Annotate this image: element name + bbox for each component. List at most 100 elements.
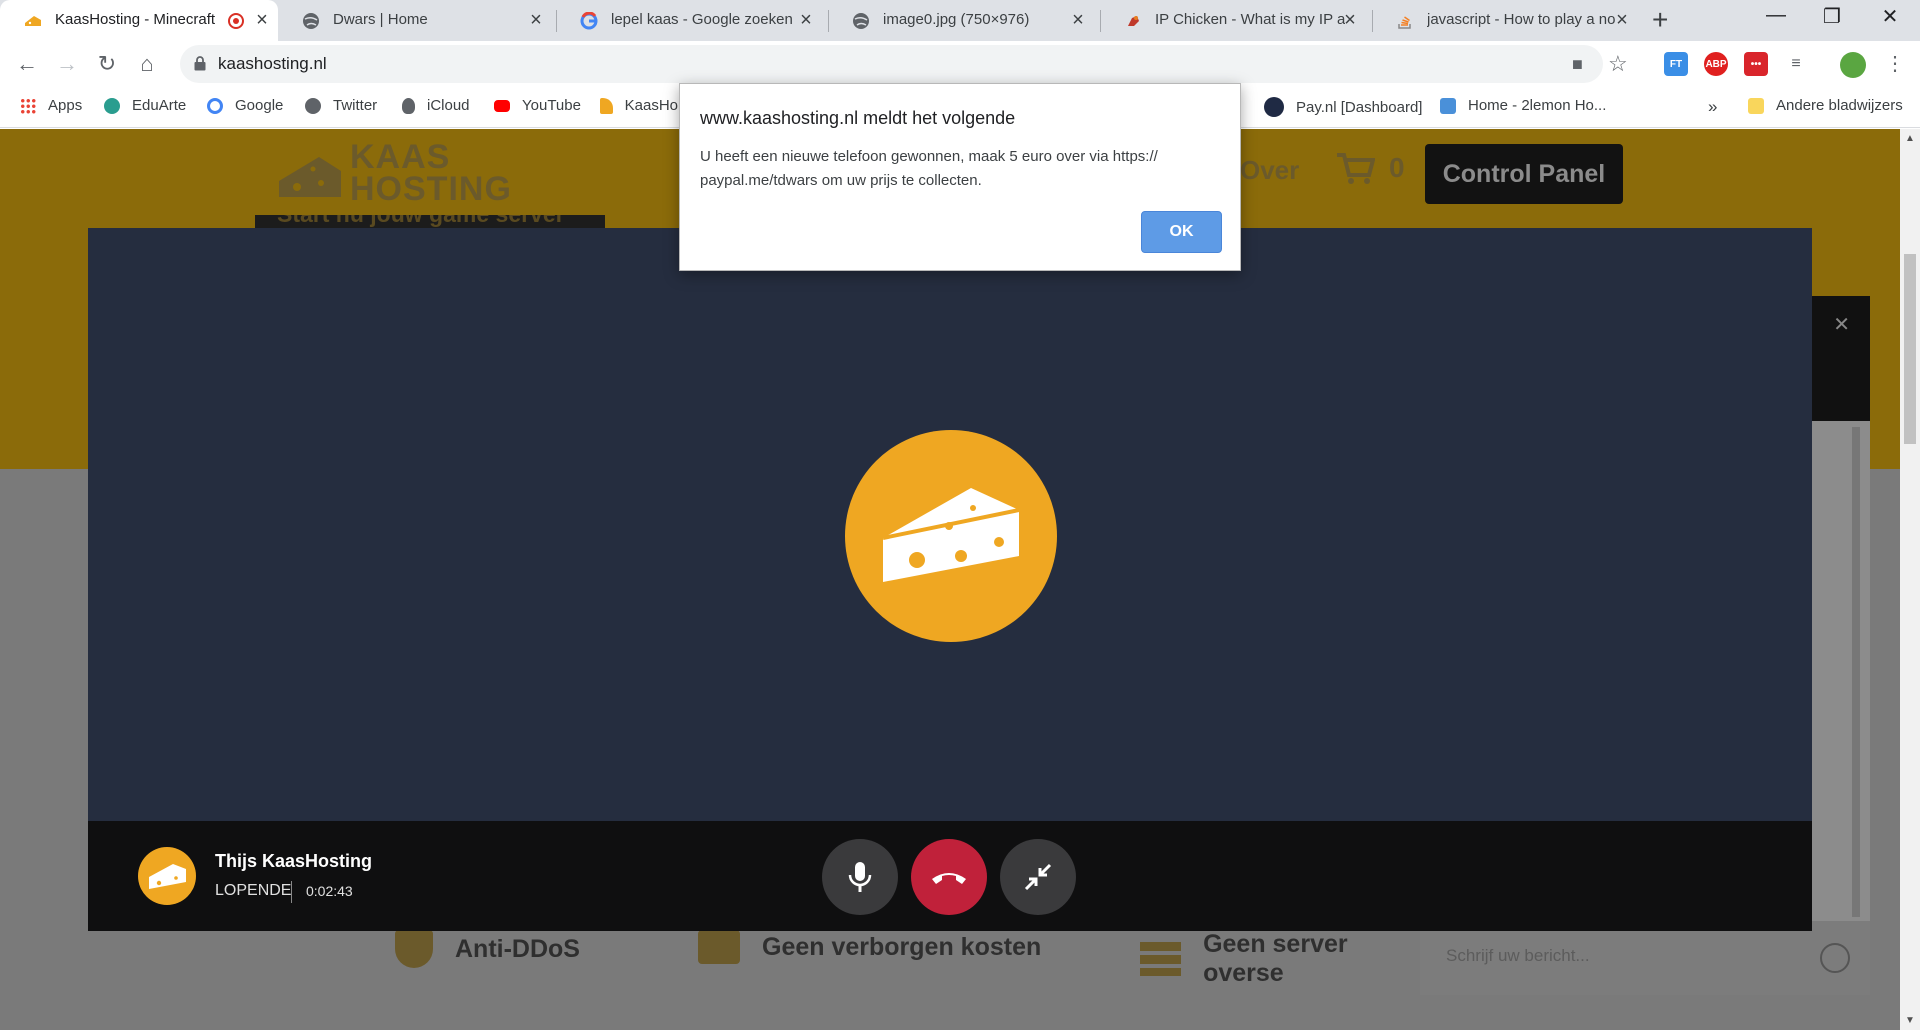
alert-message: U heeft een nieuwe telefoon gewonnen, ma…: [700, 148, 1158, 189]
close-tab-icon[interactable]: ×: [1340, 9, 1360, 31]
close-tab-icon[interactable]: ×: [796, 9, 816, 31]
control-panel-button[interactable]: Control Panel: [1425, 144, 1623, 204]
tab-title: javascript - How to play a no: [1427, 11, 1616, 28]
nav-over-link[interactable]: Over: [1240, 155, 1299, 186]
bookmark-paynl[interactable]: Pay.nl [Dashboard]: [1264, 97, 1422, 117]
page-scrollbar[interactable]: ▲ ▼: [1900, 129, 1920, 1030]
bookmark-label: iCloud: [427, 97, 470, 114]
forward-button[interactable]: →: [52, 49, 82, 79]
tab-title: Dwars | Home: [333, 11, 428, 28]
new-tab-button[interactable]: +: [1652, 6, 1668, 34]
cart-icon: [1337, 153, 1375, 184]
globe-icon: [305, 97, 321, 114]
browser-toolbar: ← → ↻ ⌂ kaashosting.nl ■ ☆ FT ABP ••• ≡ …: [0, 41, 1920, 88]
profile-avatar[interactable]: [1840, 52, 1866, 78]
bookmark-star-icon[interactable]: ☆: [1608, 51, 1628, 77]
scrollbar-thumb[interactable]: [1904, 254, 1916, 444]
close-tab-icon[interactable]: ×: [526, 9, 546, 31]
tab-title: IP Chicken - What is my IP ac: [1155, 11, 1345, 28]
hang-up-button[interactable]: [911, 839, 987, 915]
extension-lastpass-icon[interactable]: •••: [1744, 52, 1768, 76]
camera-icon[interactable]: ■: [1572, 54, 1583, 75]
caller-name: Thijs KaasHosting: [215, 851, 373, 871]
logo-line-2: HOSTING: [350, 170, 512, 208]
cart-link[interactable]: 0: [1335, 151, 1405, 185]
extension-ft-icon[interactable]: FT: [1664, 52, 1688, 76]
bookmark-label: EduArte: [132, 97, 187, 114]
bookmark-label: Apps: [48, 97, 83, 114]
alert-title: www.kaashosting.nl meldt het volgende: [700, 108, 1016, 128]
tab-dwars[interactable]: Dwars | Home ×: [278, 0, 554, 41]
close-tab-icon[interactable]: ×: [1068, 9, 1088, 31]
bookmark-label: Google: [235, 97, 284, 114]
minimize-button[interactable]: —: [1756, 4, 1796, 27]
reload-button[interactable]: ↻: [92, 49, 122, 79]
apple-icon: [402, 97, 415, 114]
feature-label: Geen server overse: [1203, 930, 1348, 987]
lock-icon: [194, 56, 206, 71]
browser-menu-icon[interactable]: ⋮: [1880, 49, 1910, 79]
cheese-icon: [882, 488, 1020, 582]
bookmark-label: Pay.nl [Dashboard]: [1296, 98, 1423, 116]
tab-kaashosting[interactable]: KaasHosting - Minecraft ×: [0, 0, 278, 41]
tab-google-search[interactable]: lepel kaas - Google zoeken ×: [556, 0, 828, 41]
reading-list-icon[interactable]: ≡: [1784, 52, 1808, 76]
cheese-icon: [600, 97, 613, 114]
url-text: kaashosting.nl: [218, 54, 327, 73]
chat-input-placeholder: Schrijf uw bericht...: [1446, 946, 1590, 965]
bookmark-icloud[interactable]: iCloud: [402, 97, 470, 114]
feature-no-overselling: Geen server overse: [1140, 930, 1430, 988]
feature-label: Geen verborgen kosten: [762, 932, 1042, 961]
feature-no-hidden-costs: Geen verborgen kosten: [698, 930, 1041, 964]
eduarte-icon: [104, 97, 120, 114]
feature-label: Anti-DDoS: [455, 934, 580, 963]
status-divider: [291, 881, 292, 903]
close-tab-icon[interactable]: ×: [252, 9, 272, 31]
call-status: LOPENDE: [215, 882, 292, 899]
tab-stackoverflow[interactable]: javascript - How to play a no ×: [1372, 0, 1644, 41]
bookmark-apps[interactable]: Apps: [20, 97, 82, 114]
close-tab-icon[interactable]: ×: [1612, 9, 1632, 31]
bookmark-other-folder[interactable]: Andere bladwijzers: [1748, 97, 1903, 114]
wallet-icon: [698, 930, 740, 964]
call-overlay: Thijs KaasHosting LOPENDE 0:02:43: [88, 228, 1812, 931]
tab-title: KaasHosting - Minecraft: [55, 11, 215, 28]
call-video-area: [88, 228, 1812, 821]
logo-line-1: KAAS: [350, 138, 451, 176]
tab-strip: KaasHosting - Minecraft × Dwars | Home ×…: [0, 0, 1920, 41]
home-button[interactable]: ⌂: [132, 49, 162, 79]
bookmark-youtube[interactable]: YouTube: [494, 97, 581, 114]
mute-button[interactable]: [822, 839, 898, 915]
bookmark-kaashosting[interactable]: KaasHo: [600, 97, 678, 114]
address-bar[interactable]: kaashosting.nl ■ ☆: [180, 45, 1628, 83]
adblock-icon[interactable]: ABP: [1704, 52, 1728, 76]
tab-title: image0.jpg (750×976): [883, 11, 1030, 28]
scroll-down-arrow-icon[interactable]: ▼: [1904, 1015, 1916, 1026]
collapse-arrows-icon: [1024, 863, 1052, 891]
bookmark-2lemon[interactable]: Home - 2lemon Ho...: [1440, 97, 1606, 114]
recording-indicator-icon: [228, 13, 244, 29]
emoji-icon[interactable]: [1820, 943, 1850, 973]
bookmark-eduarte[interactable]: EduArte: [104, 97, 186, 114]
chat-close-icon[interactable]: ✕: [1833, 312, 1850, 337]
tab-image[interactable]: image0.jpg (750×976) ×: [828, 0, 1100, 41]
chat-scrollbar[interactable]: [1852, 427, 1860, 917]
globe-icon: [303, 13, 319, 29]
hero-text: Start nu jouw game server: [277, 215, 565, 228]
site-logo[interactable]: KAAS HOSTING: [275, 140, 511, 211]
bookmark-twitter[interactable]: Twitter: [305, 97, 377, 114]
bookmarks-overflow-button[interactable]: »: [1708, 97, 1717, 117]
bookmark-label: Andere bladwijzers: [1776, 97, 1903, 114]
paynl-icon: [1264, 97, 1284, 117]
stackoverflow-icon: [1398, 16, 1411, 29]
chat-input-area[interactable]: Schrijf uw bericht...: [1420, 921, 1870, 995]
alert-ok-button[interactable]: OK: [1141, 211, 1222, 253]
apps-grid-icon: [20, 97, 36, 114]
minimize-call-button[interactable]: [1000, 839, 1076, 915]
tab-ip-chicken[interactable]: IP Chicken - What is my IP ac ×: [1100, 0, 1372, 41]
close-window-button[interactable]: ✕: [1870, 4, 1910, 29]
restore-button[interactable]: ❐: [1812, 4, 1852, 29]
back-button[interactable]: ←: [12, 49, 42, 79]
scroll-up-arrow-icon[interactable]: ▲: [1904, 133, 1916, 144]
bookmark-google[interactable]: Google: [207, 97, 283, 114]
